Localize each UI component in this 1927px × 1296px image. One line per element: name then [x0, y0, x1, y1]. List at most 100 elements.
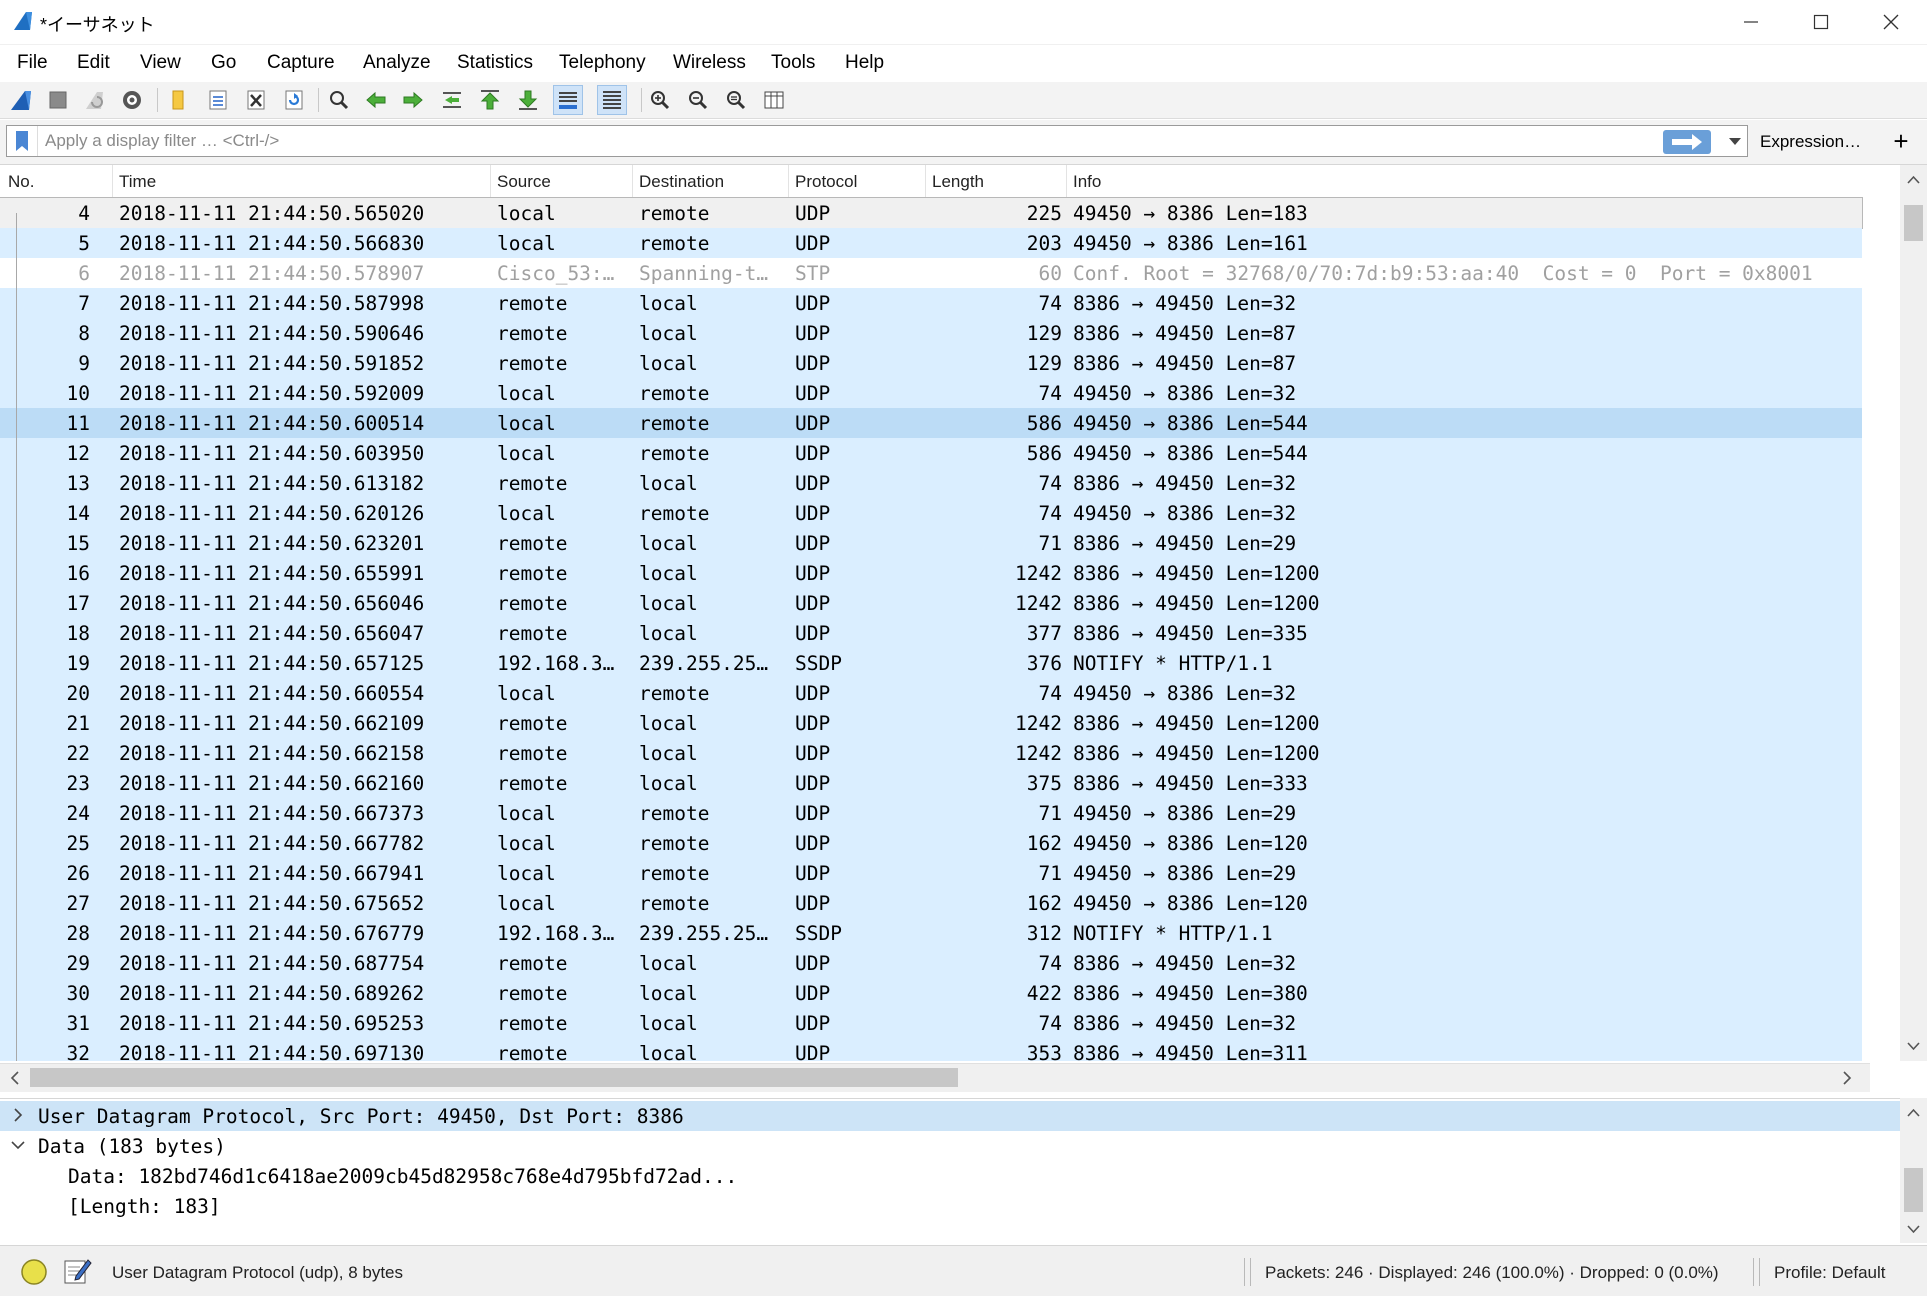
packet-row[interactable]: 19 2018-11-11 21:44:50.657125 192.168.3… 23…: [0, 648, 1862, 678]
packet-row[interactable]: 30 2018-11-11 21:44:50.689262 remote local U…: [0, 978, 1862, 1008]
packet-row[interactable]: 11 2018-11-11 21:44:50.600514 local remote U…: [0, 408, 1862, 438]
go-to-packet-button[interactable]: [437, 85, 467, 115]
packet-row[interactable]: 20 2018-11-11 21:44:50.660554 local remote U…: [0, 678, 1862, 708]
packet-list-hscrollbar[interactable]: [0, 1063, 1870, 1092]
packet-row[interactable]: 14 2018-11-11 21:44:50.620126 local remote U…: [0, 498, 1862, 528]
packet-row[interactable]: 5 2018-11-11 21:44:50.566830 local remote UD…: [0, 228, 1862, 258]
find-packet-button[interactable]: [324, 85, 354, 115]
autoscroll-button[interactable]: [553, 85, 583, 115]
packet-row[interactable]: 16 2018-11-11 21:44:50.655991 remote local U…: [0, 558, 1862, 588]
scroll-thumb[interactable]: [1904, 1168, 1923, 1212]
stop-capture-button[interactable]: [43, 85, 73, 115]
edit-comment-icon[interactable]: [62, 1256, 92, 1286]
column-header-time[interactable]: Time: [119, 172, 156, 192]
go-forward-button[interactable]: [398, 85, 428, 115]
packet-row[interactable]: 21 2018-11-11 21:44:50.662109 remote local U…: [0, 708, 1862, 738]
detail-tree-item[interactable]: Data: 182bd746d1c6418ae2009cb45d82958c76…: [0, 1161, 1900, 1191]
scroll-thumb[interactable]: [30, 1068, 958, 1087]
colorize-button[interactable]: [597, 85, 627, 115]
packet-cell-info: 49450 → 8386 Len=120: [1073, 892, 1308, 915]
go-back-button[interactable]: [361, 85, 391, 115]
packet-row[interactable]: 24 2018-11-11 21:44:50.667373 local remote U…: [0, 798, 1862, 828]
scroll-thumb[interactable]: [1904, 205, 1923, 241]
packet-row[interactable]: 22 2018-11-11 21:44:50.662158 remote local U…: [0, 738, 1862, 768]
first-packet-button[interactable]: [475, 85, 505, 115]
packet-list-vscrollbar[interactable]: [1900, 165, 1927, 1061]
detail-tree-item[interactable]: [Length: 183]: [0, 1191, 1900, 1221]
last-packet-button[interactable]: [513, 85, 543, 115]
column-header-protocol[interactable]: Protocol: [795, 172, 857, 192]
zoom-in-button[interactable]: [645, 85, 675, 115]
minimize-button[interactable]: [1716, 0, 1786, 44]
maximize-button[interactable]: [1786, 0, 1856, 44]
close-file-button[interactable]: [241, 85, 271, 115]
packet-list[interactable]: No. Time Source Destination Protocol Len…: [0, 165, 1900, 1061]
packet-row[interactable]: 17 2018-11-11 21:44:50.656046 remote local U…: [0, 588, 1862, 618]
menu-statistics[interactable]: Statistics: [457, 52, 533, 74]
chevron-right-icon[interactable]: [8, 1105, 28, 1125]
packet-row[interactable]: 29 2018-11-11 21:44:50.687754 remote local U…: [0, 948, 1862, 978]
save-file-button[interactable]: [203, 85, 233, 115]
recent-filters-dropdown[interactable]: [1725, 132, 1745, 152]
packet-row[interactable]: 10 2018-11-11 21:44:50.592009 local remote U…: [0, 378, 1862, 408]
close-button[interactable]: [1856, 0, 1926, 44]
packet-row[interactable]: 6 2018-11-11 21:44:50.578907 Cisco_53:… Spa…: [0, 258, 1862, 288]
packet-row[interactable]: 25 2018-11-11 21:44:50.667782 local remote U…: [0, 828, 1862, 858]
expression-button[interactable]: Expression…: [1760, 132, 1861, 152]
menu-tools[interactable]: Tools: [771, 52, 815, 74]
packet-row[interactable]: 4 2018-11-11 21:44:50.565020 local remote UD…: [0, 197, 1863, 229]
column-header-info[interactable]: Info: [1073, 172, 1101, 192]
menu-wireless[interactable]: Wireless: [673, 52, 746, 74]
packet-row[interactable]: 31 2018-11-11 21:44:50.695253 remote local U…: [0, 1008, 1862, 1038]
packet-row[interactable]: 8 2018-11-11 21:44:50.590646 remote local UD…: [0, 318, 1862, 348]
reload-file-button[interactable]: [279, 85, 309, 115]
resize-columns-button[interactable]: [759, 85, 789, 115]
chevron-down-icon[interactable]: [8, 1135, 28, 1155]
detail-tree-item[interactable]: User Datagram Protocol, Src Port: 49450,…: [0, 1101, 1900, 1131]
menu-edit[interactable]: Edit: [77, 52, 110, 74]
packet-row[interactable]: 27 2018-11-11 21:44:50.675652 local remote U…: [0, 888, 1862, 918]
column-header-no[interactable]: No.: [8, 172, 34, 192]
packet-cell-info: 8386 → 49450 Len=380: [1073, 982, 1308, 1005]
packet-row[interactable]: 12 2018-11-11 21:44:50.603950 local remote U…: [0, 438, 1862, 468]
details-vscrollbar[interactable]: [1900, 1098, 1927, 1243]
packet-row[interactable]: 28 2018-11-11 21:44:50.676779 192.168.3… 23…: [0, 918, 1862, 948]
packet-cell-len: 71: [1038, 532, 1062, 555]
start-capture-button[interactable]: [6, 85, 36, 115]
menu-analyze[interactable]: Analyze: [363, 52, 431, 74]
add-filter-button[interactable]: +: [1886, 126, 1916, 156]
packet-row[interactable]: 7 2018-11-11 21:44:50.587998 remote local UD…: [0, 288, 1862, 318]
restart-capture-button[interactable]: [80, 85, 110, 115]
menu-file[interactable]: File: [17, 52, 48, 74]
packet-row[interactable]: 23 2018-11-11 21:44:50.662160 remote local U…: [0, 768, 1862, 798]
zoom-out-button[interactable]: [683, 85, 713, 115]
packet-cell-len: 1242: [1015, 712, 1062, 735]
menu-help[interactable]: Help: [845, 52, 884, 74]
filter-bookmark-button[interactable]: [7, 126, 38, 156]
column-header-length[interactable]: Length: [932, 172, 984, 192]
column-header-source[interactable]: Source: [497, 172, 551, 192]
packet-cell-len: 74: [1038, 952, 1062, 975]
packet-row[interactable]: 15 2018-11-11 21:44:50.623201 remote local U…: [0, 528, 1862, 558]
profile-text[interactable]: Profile: Default: [1774, 1263, 1886, 1283]
column-header-destination[interactable]: Destination: [639, 172, 724, 192]
detail-tree-item[interactable]: Data (183 bytes): [0, 1131, 1900, 1161]
packet-row[interactable]: 18 2018-11-11 21:44:50.656047 remote local U…: [0, 618, 1862, 648]
packet-row[interactable]: 32 2018-11-11 21:44:50.697130 remote local U…: [0, 1038, 1862, 1061]
packet-row[interactable]: 9 2018-11-11 21:44:50.591852 remote local UD…: [0, 348, 1862, 378]
capture-status-icon[interactable]: [20, 1258, 48, 1286]
packet-row[interactable]: 26 2018-11-11 21:44:50.667941 local remote U…: [0, 858, 1862, 888]
packet-cell-info: NOTIFY * HTTP/1.1: [1073, 922, 1273, 945]
menu-capture[interactable]: Capture: [267, 52, 335, 74]
menu-go[interactable]: Go: [211, 52, 236, 74]
menu-view[interactable]: View: [140, 52, 181, 74]
display-filter-input[interactable]: [45, 126, 1645, 156]
apply-filter-button[interactable]: [1663, 130, 1711, 154]
normal-size-button[interactable]: [721, 85, 751, 115]
packet-row[interactable]: 13 2018-11-11 21:44:50.613182 remote local U…: [0, 468, 1862, 498]
status-bar: User Datagram Protocol (udp), 8 bytes Pa…: [0, 1245, 1927, 1296]
packet-details-pane[interactable]: User Datagram Protocol, Src Port: 49450,…: [0, 1098, 1900, 1244]
capture-options-button[interactable]: [117, 85, 147, 115]
menu-telephony[interactable]: Telephony: [559, 52, 646, 74]
open-file-button[interactable]: [163, 85, 193, 115]
